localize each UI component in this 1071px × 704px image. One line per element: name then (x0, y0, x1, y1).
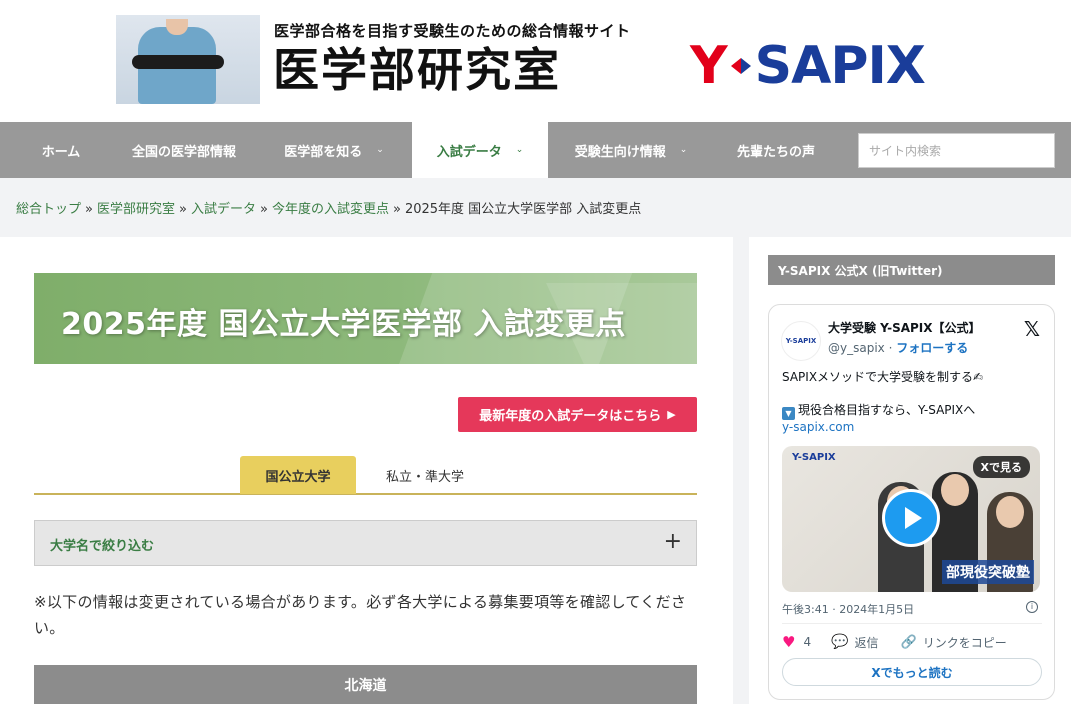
x-logo-icon[interactable]: 𝕏 (1024, 317, 1040, 341)
breadcrumb-separator: » (392, 202, 401, 217)
x-handle[interactable]: @y_sapix (828, 341, 885, 355)
nav-item-about-medical[interactable]: 医学部を知る ⌄ (264, 122, 404, 178)
nav-item-applicant-info[interactable]: 受験生向け情報 ⌄ (556, 122, 706, 178)
chevron-down-icon: ⌄ (679, 145, 688, 155)
info-icon[interactable]: i (1026, 601, 1038, 613)
x-post-date[interactable]: 午後3:41 · 2024年1月5日 (782, 601, 914, 617)
view-on-x-button[interactable]: Xで見る (972, 456, 1030, 478)
heart-icon[interactable]: ♥ (782, 633, 795, 651)
divider (782, 623, 1042, 624)
nav-item-label: 受験生向け情報 (574, 144, 666, 160)
nav-item-exam-data[interactable]: 入試データ ⌄ (412, 122, 548, 178)
brand-diamond-icon (730, 56, 751, 76)
brand-logo-y: Y (690, 36, 728, 96)
x-widget-title: Y-SAPIX 公式X (旧Twitter) (768, 255, 1055, 285)
main-content: 2025年度 国公立大学医学部 入試変更点 最新年度の入試データはこちら ▶ 国… (0, 237, 733, 704)
x-post-embed[interactable]: Y-SAPIX 大学受験 Y-SAPIX【公式】 @y_sapix · フォロー… (768, 304, 1055, 700)
x-handle-line: @y_sapix · フォローする (828, 339, 968, 356)
x-post-text-line1: SAPIXメソッドで大学受験を制する✍ (782, 370, 984, 384)
latest-data-button[interactable]: 最新年度の入試データはこちら ▶ (458, 397, 697, 432)
x-post-video[interactable]: Y-SAPIX Xで見る 部現役突破塾 (782, 446, 1040, 592)
chevron-down-icon: ⌄ (376, 145, 384, 155)
x-post-text-line2: ▼ 現役合格目指すなら、Y-SAPIXへ (782, 401, 975, 420)
nav-item-home[interactable]: ホーム (0, 122, 122, 178)
copy-link-label[interactable]: リンクをコピー (923, 634, 1007, 651)
nav-item-label: 全国の医学部情報 (131, 144, 236, 160)
play-arrow-icon: ▶ (667, 408, 676, 421)
breadcrumb-separator: » (85, 202, 93, 217)
video-caption: 部現役突破塾 (942, 560, 1034, 584)
site-search-input[interactable] (858, 133, 1055, 168)
student-face (941, 474, 969, 506)
like-count: 4 (803, 635, 812, 649)
filter-label: 大学名で絞り込む (50, 539, 155, 554)
play-icon[interactable] (882, 489, 940, 547)
site-header: 医学部合格を目指す受験生のための総合情報サイト 医学部研究室 Y SAPIX (0, 0, 1071, 122)
doctor-photo (116, 15, 260, 104)
main-nav: ホーム 全国の医学部情報 医学部を知る ⌄ 入試データ ⌄ 受験生向け情報 ⌄ … (0, 122, 1071, 178)
follow-button[interactable]: フォローする (896, 341, 968, 355)
avatar-text: Y-SAPIX (785, 337, 817, 345)
site-title[interactable]: 医学部研究室 (273, 44, 561, 96)
latest-data-button-label: 最新年度の入試データはこちら (479, 409, 662, 424)
down-arrow-icon: ▼ (782, 407, 795, 420)
breadcrumb-link-lab[interactable]: 医学部研究室 (97, 202, 175, 217)
expand-plus-icon[interactable]: + (664, 529, 682, 555)
site-tagline: 医学部合格を目指す受験生のための総合情報サイト (274, 22, 631, 40)
student-face (996, 496, 1024, 528)
page-title-banner: 2025年度 国公立大学医学部 入試変更点 (34, 273, 697, 364)
nav-item-senior-voices[interactable]: 先輩たちの声 (714, 122, 838, 178)
column-gutter (733, 237, 749, 704)
reply-bubble-icon[interactable]: 💬 (831, 634, 848, 650)
region-header-hokkaido: 北海道 (34, 665, 697, 704)
x-post-link[interactable]: y-sapix.com (782, 420, 854, 434)
breadcrumb-link-top[interactable]: 総合トップ (16, 202, 81, 217)
disclaimer-notice: ※以下の情報は変更されている場合があります。必ず各大学による募集要項等を確認して… (34, 593, 687, 637)
avatar[interactable]: Y-SAPIX (781, 321, 821, 361)
page-title: 2025年度 国公立大学医学部 入試変更点 (61, 307, 626, 342)
nav-item-national-info[interactable]: 全国の医学部情報 (122, 122, 246, 178)
media-brand-label: Y-SAPIX (792, 452, 836, 463)
nav-item-label: 先輩たちの声 (736, 144, 815, 160)
university-filter-accordion[interactable]: 大学名で絞り込む + (34, 520, 697, 566)
crossed-arms-shape (132, 55, 224, 69)
reply-label[interactable]: 返信 (855, 634, 879, 651)
nav-item-label: ホーム (41, 144, 81, 160)
university-type-tabs: 国公立大学 私立・準大学 (34, 456, 697, 495)
brand-logo-sapix: SAPIX (754, 36, 926, 96)
breadcrumb-link-exam-data[interactable]: 入試データ (191, 202, 256, 217)
breadcrumb-separator: » (179, 202, 187, 217)
x-post-actions: ♥ 4 💬 返信 🔗 リンクをコピー (782, 633, 1007, 651)
x-account-name[interactable]: 大学受験 Y-SAPIX【公式】 (828, 319, 981, 336)
nav-item-label: 医学部を知る (284, 144, 363, 160)
y-sapix-logo[interactable]: Y SAPIX (690, 36, 926, 96)
breadcrumb-link-changes[interactable]: 今年度の入試変更点 (272, 202, 389, 217)
breadcrumb-separator: » (259, 202, 268, 217)
tab-private[interactable]: 私立・準大学 (364, 456, 486, 494)
breadcrumb-current: 2025年度 国公立大学医学部 入試変更点 (404, 202, 642, 217)
nav-item-label: 入試データ (436, 144, 502, 160)
sidebar: Y-SAPIX 公式X (旧Twitter) Y-SAPIX 大学受験 Y-SA… (749, 237, 1071, 704)
x-post-text-line2-body: 現役合格目指すなら、Y-SAPIXへ (798, 403, 976, 417)
tab-national-public[interactable]: 国公立大学 (240, 456, 356, 494)
chevron-down-icon: ⌄ (515, 145, 524, 155)
breadcrumb: 総合トップ» 医学部研究室» 入試データ» 今年度の入試変更点» 2025年度 国公立大… (16, 198, 641, 217)
read-more-on-x-button[interactable]: Xでもっと読む (782, 658, 1042, 686)
breadcrumb-bar: 総合トップ» 医学部研究室» 入試データ» 今年度の入試変更点» 2025年度 国公立大… (0, 178, 1071, 237)
x-handle-separator: · (884, 341, 897, 355)
link-icon[interactable]: 🔗 (901, 635, 917, 650)
